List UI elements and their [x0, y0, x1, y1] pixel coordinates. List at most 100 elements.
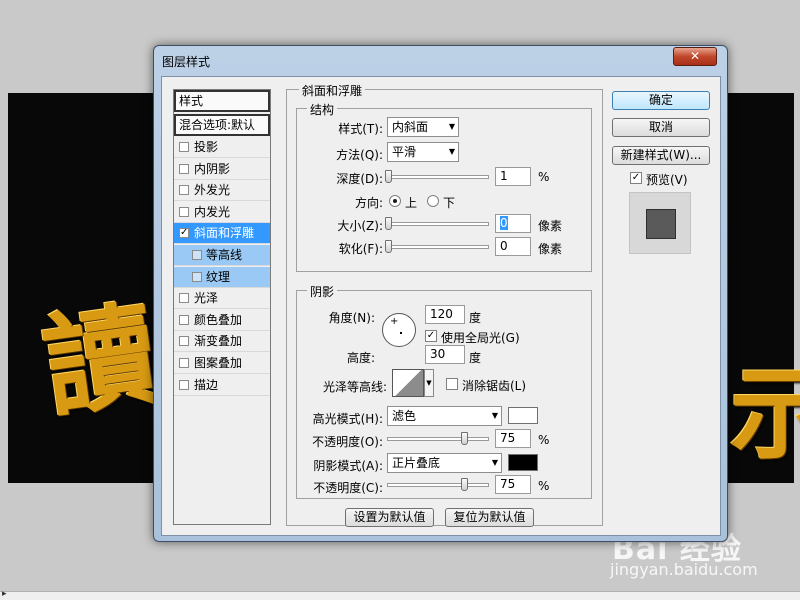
- bevel-emboss-panel: 斜面和浮雕 结构 样式(T): 内斜面 ▼ 方法(Q): 平滑 ▼ 深度(D):: [286, 82, 603, 527]
- soften-slider[interactable]: [385, 240, 489, 253]
- highlight-opacity-label: 不透明度(O):: [312, 435, 383, 449]
- size-slider-thumb[interactable]: [385, 217, 392, 230]
- altitude-value: 30: [430, 347, 446, 361]
- gold-text-left: 讀: [35, 288, 165, 435]
- angle-input[interactable]: 120: [425, 305, 465, 324]
- checkbox-icon[interactable]: [192, 271, 202, 282]
- size-slider[interactable]: [385, 217, 489, 230]
- shadow-opacity-slider[interactable]: [387, 478, 489, 491]
- direction-down-label: 下: [443, 196, 456, 210]
- style-list-item[interactable]: 颜色叠加: [174, 310, 270, 331]
- technique-select[interactable]: 平滑 ▼: [387, 142, 459, 162]
- chevron-down-icon[interactable]: ▼: [424, 369, 434, 397]
- dial-center: [400, 332, 402, 334]
- cancel-button[interactable]: 取消: [612, 118, 710, 137]
- style-list-item[interactable]: 内阴影: [174, 159, 270, 180]
- style-list-item[interactable]: 等高线: [174, 245, 270, 266]
- style-list-header[interactable]: 样式: [174, 90, 270, 112]
- altitude-label: 高度:: [346, 351, 375, 365]
- make-default-button[interactable]: 设置为默认值: [345, 508, 434, 527]
- soften-input[interactable]: 0: [495, 237, 531, 256]
- style-list-item[interactable]: 描边: [174, 375, 270, 396]
- highlight-mode-value: 滤色: [392, 409, 417, 423]
- shadow-mode-label: 阴影模式(A):: [313, 459, 383, 473]
- highlight-opacity-slider[interactable]: [387, 432, 489, 445]
- checkbox-icon[interactable]: [179, 358, 189, 368]
- checkbox-icon[interactable]: [179, 206, 189, 217]
- bevel-style-value: 内斜面: [392, 120, 429, 134]
- technique-value: 平滑: [392, 145, 417, 159]
- style-list-item-label: 图案叠加: [194, 356, 243, 370]
- highlight-opacity-input[interactable]: 75: [495, 429, 531, 448]
- ok-button[interactable]: 确定: [612, 91, 710, 110]
- size-value: 0: [500, 216, 508, 230]
- shading-title: 阴影: [307, 283, 338, 300]
- gloss-contour-picker[interactable]: [392, 369, 424, 397]
- style-list-item[interactable]: 渐变叠加: [174, 331, 270, 353]
- depth-slider[interactable]: [385, 170, 489, 183]
- bevel-style-select[interactable]: 内斜面 ▼: [387, 117, 459, 137]
- angle-dial[interactable]: +: [382, 313, 416, 347]
- checkbox-icon[interactable]: [179, 314, 189, 325]
- checkbox-icon[interactable]: [179, 185, 189, 196]
- depth-value: 1: [500, 169, 508, 183]
- depth-slider-thumb[interactable]: [385, 170, 392, 183]
- shading-group: 阴影 角度(N): + 120 度 ✓ 使用全局光(G) 高度: 30 度 光泽…: [296, 283, 592, 499]
- direction-label: 方向:: [354, 196, 383, 210]
- structure-group: 结构 样式(T): 内斜面 ▼ 方法(Q): 平滑 ▼ 深度(D): 1 % 方…: [296, 101, 592, 272]
- highlight-opacity-thumb[interactable]: [460, 432, 468, 445]
- chevron-down-icon: ▼: [448, 147, 455, 156]
- checkbox-icon[interactable]: [179, 379, 189, 390]
- preview-checkbox[interactable]: ✓: [630, 172, 642, 184]
- style-list-item-label: 外发光: [194, 183, 231, 198]
- shadow-opacity-thumb[interactable]: [460, 478, 468, 491]
- shadow-mode-select[interactable]: 正片叠底 ▼: [387, 453, 502, 473]
- reset-default-button[interactable]: 复位为默认值: [445, 508, 534, 527]
- highlight-opacity-unit: %: [538, 433, 550, 447]
- checkbox-icon[interactable]: [179, 142, 189, 152]
- style-list-item-label: 内发光: [194, 204, 231, 219]
- checkbox-checked-icon[interactable]: ✓: [179, 228, 189, 239]
- close-button[interactable]: ✕: [673, 47, 717, 66]
- style-list-item[interactable]: 内发光: [174, 202, 270, 223]
- dialog-body: 样式 混合选项:默认 投影内阴影外发光内发光 ✓ 斜面和浮雕等高线 纹理 光泽颜色叠加渐…: [161, 76, 721, 536]
- status-strip: ▸: [0, 589, 800, 600]
- direction-down-radio[interactable]: [427, 195, 439, 207]
- highlight-mode-label: 高光模式(H):: [312, 412, 383, 426]
- style-list-item-label: 渐变叠加: [194, 334, 243, 349]
- highlight-color-swatch[interactable]: [508, 407, 538, 424]
- new-style-button[interactable]: 新建样式(W)...: [612, 146, 710, 165]
- direction-up-radio[interactable]: [389, 195, 401, 207]
- depth-input[interactable]: 1: [495, 167, 531, 186]
- checkbox-icon[interactable]: [192, 250, 202, 260]
- style-list-item[interactable]: 纹理: [174, 266, 270, 288]
- style-list-item[interactable]: ✓ 斜面和浮雕: [174, 223, 270, 245]
- global-light-checkbox[interactable]: ✓: [425, 330, 437, 342]
- size-input[interactable]: 0: [495, 214, 531, 233]
- style-list-item-label: 颜色叠加: [194, 312, 243, 327]
- chevron-down-icon: ▼: [491, 458, 498, 467]
- shadow-opacity-input[interactable]: 75: [495, 475, 531, 494]
- blend-options-item[interactable]: 混合选项:默认: [174, 114, 270, 136]
- style-list-item[interactable]: 光泽: [174, 288, 270, 310]
- chevron-down-icon: ▼: [491, 411, 498, 420]
- style-list-item[interactable]: 图案叠加: [174, 353, 270, 374]
- style-list-item[interactable]: 外发光: [174, 180, 270, 202]
- checkbox-icon[interactable]: [179, 336, 189, 347]
- anti-alias-checkbox[interactable]: [446, 378, 458, 390]
- style-list-item-label: 投影: [194, 140, 219, 154]
- style-list-item[interactable]: 投影: [174, 137, 270, 158]
- layer-style-dialog: 图层样式 ✕ 样式 混合选项:默认 投影 内阴影 外发光 内发光 ✓ 斜面和浮雕 等高线 纹理…: [153, 45, 728, 542]
- soften-slider-thumb[interactable]: [385, 240, 392, 253]
- checkbox-icon[interactable]: [179, 163, 189, 174]
- shadow-opacity-unit: %: [538, 479, 550, 493]
- soften-label: 软化(F):: [338, 242, 383, 256]
- depth-unit: %: [538, 170, 550, 184]
- style-list-item-label: 内阴影: [194, 161, 231, 176]
- checkbox-icon[interactable]: [179, 293, 189, 304]
- highlight-mode-select[interactable]: 滤色 ▼: [387, 406, 502, 426]
- shadow-color-swatch[interactable]: [508, 454, 538, 471]
- style-list-item-label: 斜面和浮雕: [194, 226, 255, 241]
- altitude-input[interactable]: 30: [425, 345, 465, 364]
- soften-value: 0: [500, 239, 508, 253]
